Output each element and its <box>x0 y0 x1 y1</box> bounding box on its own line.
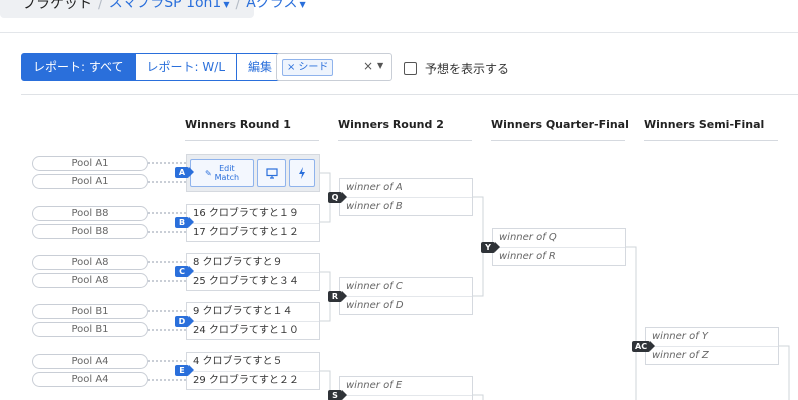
player-slot[interactable]: 29 クロブラてすと２２ <box>187 372 319 391</box>
player-slot[interactable]: 8 クロブラてすと９ <box>187 254 319 273</box>
match-badge: E <box>175 365 194 376</box>
player-slot[interactable]: 17 クロブラてすと１２ <box>187 224 319 243</box>
pool-label: Pool A4 <box>32 354 148 369</box>
pool-label: Pool B8 <box>32 224 148 239</box>
match-card[interactable]: winner of Q winner of R <box>492 228 626 266</box>
dotted-leader <box>148 261 186 263</box>
match-card[interactable]: winner of A winner of B <box>339 178 473 216</box>
player-slot[interactable]: winner of R <box>493 248 625 267</box>
match-badge: R <box>328 291 347 302</box>
match-card[interactable]: winner of Y winner of Z <box>645 327 779 365</box>
dotted-leader <box>148 360 186 362</box>
match-badge: Q <box>328 192 347 203</box>
connector-line <box>626 246 637 346</box>
match-card[interactable]: 9 クロブラてすと１４ 24 クロブラてすと１０ <box>186 302 320 340</box>
player-slot[interactable]: 24 クロブラてすと１０ <box>187 322 319 341</box>
match-badge: D <box>175 316 194 327</box>
player-slot[interactable]: winner of Y <box>646 328 778 347</box>
pool-label: Pool A1 <box>32 174 148 189</box>
match-card[interactable]: 4 クロブラてすと５ 29 クロブラてすと２２ <box>186 352 320 390</box>
connector-line <box>473 247 484 297</box>
player-slot[interactable]: 4 クロブラてすと５ <box>187 353 319 372</box>
dotted-leader <box>148 181 186 183</box>
connector-line <box>779 345 790 400</box>
pool-label: Pool A8 <box>32 255 148 270</box>
pool-label: Pool B1 <box>32 322 148 337</box>
connector-line <box>473 394 484 400</box>
edit-match-button[interactable]: ✎ Edit Match <box>190 159 254 187</box>
dotted-leader <box>148 310 186 312</box>
match-badge: Y <box>481 242 500 253</box>
pool-label: Pool B1 <box>32 304 148 319</box>
dotted-leader <box>148 231 186 233</box>
match-card[interactable]: winner of C winner of D <box>339 277 473 315</box>
player-slot[interactable]: 25 クロブラてすと３４ <box>187 273 319 292</box>
match-badge: B <box>175 217 194 228</box>
monitor-icon <box>265 167 278 179</box>
match-card[interactable]: 16 クロブラてすと１９ 17 クロブラてすと１２ <box>186 204 320 242</box>
player-slot[interactable]: 9 クロブラてすと１４ <box>187 303 319 322</box>
player-slot[interactable]: winner of Z <box>646 347 778 366</box>
player-slot[interactable]: winner of A <box>340 179 472 198</box>
match-badge: C <box>175 266 194 277</box>
match-actions-overlay: ✎ Edit Match <box>186 154 320 192</box>
dotted-leader <box>148 212 186 214</box>
pool-label: Pool B8 <box>32 206 148 221</box>
pencil-icon: ✎ <box>204 168 212 178</box>
player-slot[interactable]: winner of E <box>340 377 472 396</box>
dotted-leader <box>148 379 186 381</box>
dotted-leader <box>148 162 186 164</box>
lightning-icon <box>299 167 305 179</box>
dotted-leader <box>148 280 186 282</box>
match-card[interactable]: winner of E <box>339 376 473 400</box>
connector-line <box>473 196 484 247</box>
player-slot[interactable]: winner of C <box>340 278 472 297</box>
match-badge: AC <box>632 341 656 352</box>
match-card[interactable]: 8 クロブラてすと９ 25 クロブラてすと３４ <box>186 253 320 291</box>
pool-label: Pool A4 <box>32 372 148 387</box>
match-badge: S <box>328 390 347 400</box>
player-slot[interactable]: winner of D <box>340 297 472 316</box>
display-button[interactable] <box>257 159 286 187</box>
pool-label: Pool A8 <box>32 273 148 288</box>
player-slot[interactable]: winner of Q <box>493 229 625 248</box>
player-slot[interactable]: winner of B <box>340 198 472 217</box>
player-slot[interactable] <box>340 396 472 400</box>
player-slot[interactable]: 16 クロブラてすと１９ <box>187 205 319 224</box>
match-badge: A <box>175 167 194 178</box>
pool-label: Pool A1 <box>32 156 148 171</box>
quick-report-button[interactable] <box>289 159 315 187</box>
dotted-leader <box>148 329 186 331</box>
